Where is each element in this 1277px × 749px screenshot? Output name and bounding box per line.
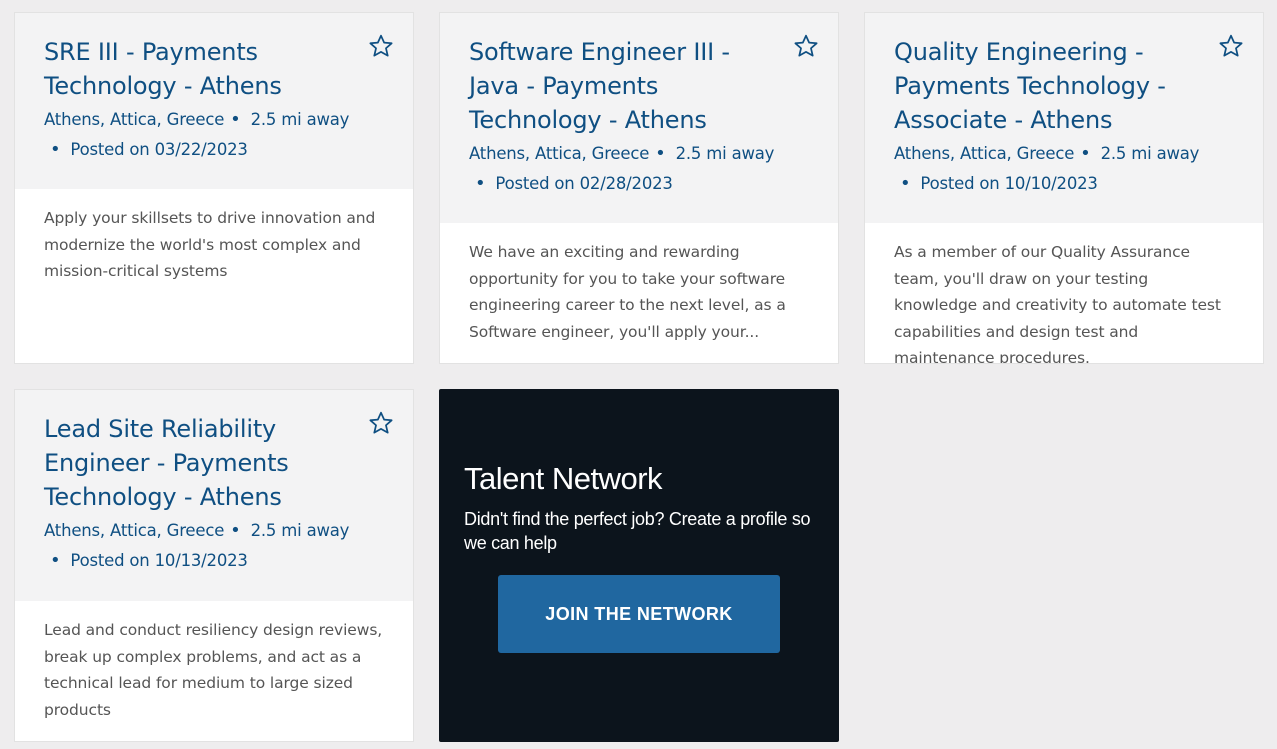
job-location: Athens, Attica, Greece	[44, 521, 225, 540]
job-posted-date: Posted on 10/10/2023	[920, 174, 1098, 193]
job-meta: Athens, Attica, Greece • 2.5 mi away • Post…	[44, 516, 353, 576]
job-description: We have an exciting and rewarding opport…	[469, 243, 786, 341]
job-card-header: Quality Engineering - Payments Technolog…	[865, 13, 1263, 223]
bullet-separator: •	[50, 550, 61, 571]
star-outline-icon[interactable]	[368, 33, 394, 59]
star-outline-icon[interactable]	[368, 410, 394, 436]
job-posted-date: Posted on 10/13/2023	[70, 551, 248, 570]
job-distance: 2.5 mi away	[675, 144, 775, 163]
talent-network-subtitle: Didn't find the perfect job? Create a pr…	[464, 509, 811, 553]
job-posted-date: Posted on 02/28/2023	[495, 174, 673, 193]
job-card-header: SRE III - Payments Technology - Athens A…	[15, 13, 413, 189]
job-distance: 2.5 mi away	[1100, 144, 1200, 163]
talent-network-panel: Talent Network Didn't find the perfect j…	[439, 389, 839, 742]
bullet-separator: •	[900, 173, 911, 194]
job-title-link[interactable]: SRE III - Payments Technology - Athens	[44, 35, 334, 103]
star-outline-icon[interactable]	[793, 33, 819, 59]
bullet-separator: •	[230, 109, 241, 130]
bullet-separator: •	[230, 520, 241, 541]
join-network-button[interactable]: JOIN THE NETWORK	[498, 575, 780, 653]
job-location: Athens, Attica, Greece	[469, 144, 650, 163]
job-meta: Athens, Attica, Greece • 2.5 mi away • Post…	[894, 139, 1203, 199]
job-description: Lead and conduct resiliency design revie…	[44, 621, 383, 719]
bullet-separator: •	[475, 173, 486, 194]
job-results-grid: SRE III - Payments Technology - Athens A…	[0, 0, 1277, 749]
job-distance: 2.5 mi away	[250, 110, 350, 129]
job-card: Software Engineer III - Java - Payments …	[439, 12, 839, 364]
star-outline-icon[interactable]	[1218, 33, 1244, 59]
job-card: SRE III - Payments Technology - Athens A…	[14, 12, 414, 364]
job-title-link[interactable]: Software Engineer III - Java - Payments …	[469, 35, 759, 137]
job-card: Lead Site Reliability Engineer - Payment…	[14, 389, 414, 742]
bullet-separator: •	[655, 143, 666, 164]
job-description: Apply your skillsets to drive innovation…	[44, 209, 376, 280]
job-location: Athens, Attica, Greece	[894, 144, 1075, 163]
job-title-link[interactable]: Lead Site Reliability Engineer - Payment…	[44, 412, 314, 514]
job-location: Athens, Attica, Greece	[44, 110, 225, 129]
bullet-separator: •	[1080, 143, 1091, 164]
job-card-header: Lead Site Reliability Engineer - Payment…	[15, 390, 413, 601]
job-description: As a member of our Quality Assurance tea…	[894, 243, 1221, 364]
job-posted-date: Posted on 03/22/2023	[70, 140, 248, 159]
job-meta: Athens, Attica, Greece • 2.5 mi away • Post…	[44, 105, 353, 165]
bullet-separator: •	[50, 139, 61, 160]
job-meta: Athens, Attica, Greece • 2.5 mi away • Post…	[469, 139, 778, 199]
job-card: Quality Engineering - Payments Technolog…	[864, 12, 1264, 364]
talent-network-title: Talent Network	[464, 461, 663, 496]
job-card-header: Software Engineer III - Java - Payments …	[440, 13, 838, 223]
job-distance: 2.5 mi away	[250, 521, 350, 540]
job-title-link[interactable]: Quality Engineering - Payments Technolog…	[894, 35, 1194, 137]
